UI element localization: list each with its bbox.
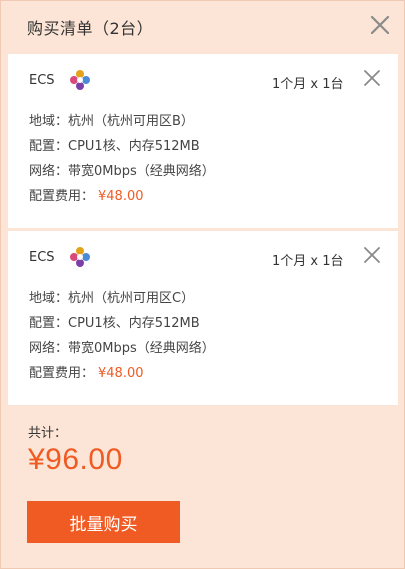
close-icon[interactable] xyxy=(368,13,392,37)
total-price: ¥96.00 xyxy=(28,443,123,476)
total-label: 共计： xyxy=(28,426,68,441)
item-network: 网络：带宽0Mbps（经典网络） xyxy=(29,164,215,179)
item-region: 地域：杭州（杭州可用区C） xyxy=(29,291,195,306)
item-quantity: 1个月 x 1台 xyxy=(272,254,344,269)
panel-title: 购买清单（2台） xyxy=(27,19,154,38)
item-fee-label: 配置费用： xyxy=(29,366,95,381)
batch-buy-button[interactable]: 批量购买 xyxy=(27,501,180,543)
item-fee: 配置费用： ¥48.00 xyxy=(29,185,144,204)
item-product-name: ECS xyxy=(29,73,55,88)
item-region: 地域：杭州（杭州可用区B） xyxy=(29,114,194,129)
item-fee: 配置费用： ¥48.00 xyxy=(29,362,144,381)
item-product-name: ECS xyxy=(29,250,55,265)
ecs-logo-icon xyxy=(68,245,92,269)
item-fee-value: ¥48.00 xyxy=(98,189,144,204)
item-fee-value: ¥48.00 xyxy=(98,366,144,381)
shopping-list-panel: 购买清单（2台） ECS 1个月 x 1台 地域：杭州（杭州可用区B） 配置：C… xyxy=(0,0,405,569)
item-network: 网络：带宽0Mbps（经典网络） xyxy=(29,341,215,356)
cart-item: ECS 1个月 x 1台 地域：杭州（杭州可用区B） 配置：CPU1核、内存51… xyxy=(8,54,398,228)
item-config: 配置：CPU1核、内存512MB xyxy=(29,139,200,154)
item-config: 配置：CPU1核、内存512MB xyxy=(29,316,200,331)
remove-item-icon[interactable] xyxy=(362,68,382,88)
panel-header: 购买清单（2台） xyxy=(1,1,404,53)
cart-item: ECS 1个月 x 1台 地域：杭州（杭州可用区C） 配置：CPU1核、内存51… xyxy=(8,231,398,405)
remove-item-icon[interactable] xyxy=(362,245,382,265)
item-quantity: 1个月 x 1台 xyxy=(272,77,344,92)
item-fee-label: 配置费用： xyxy=(29,189,95,204)
ecs-logo-icon xyxy=(68,68,92,92)
